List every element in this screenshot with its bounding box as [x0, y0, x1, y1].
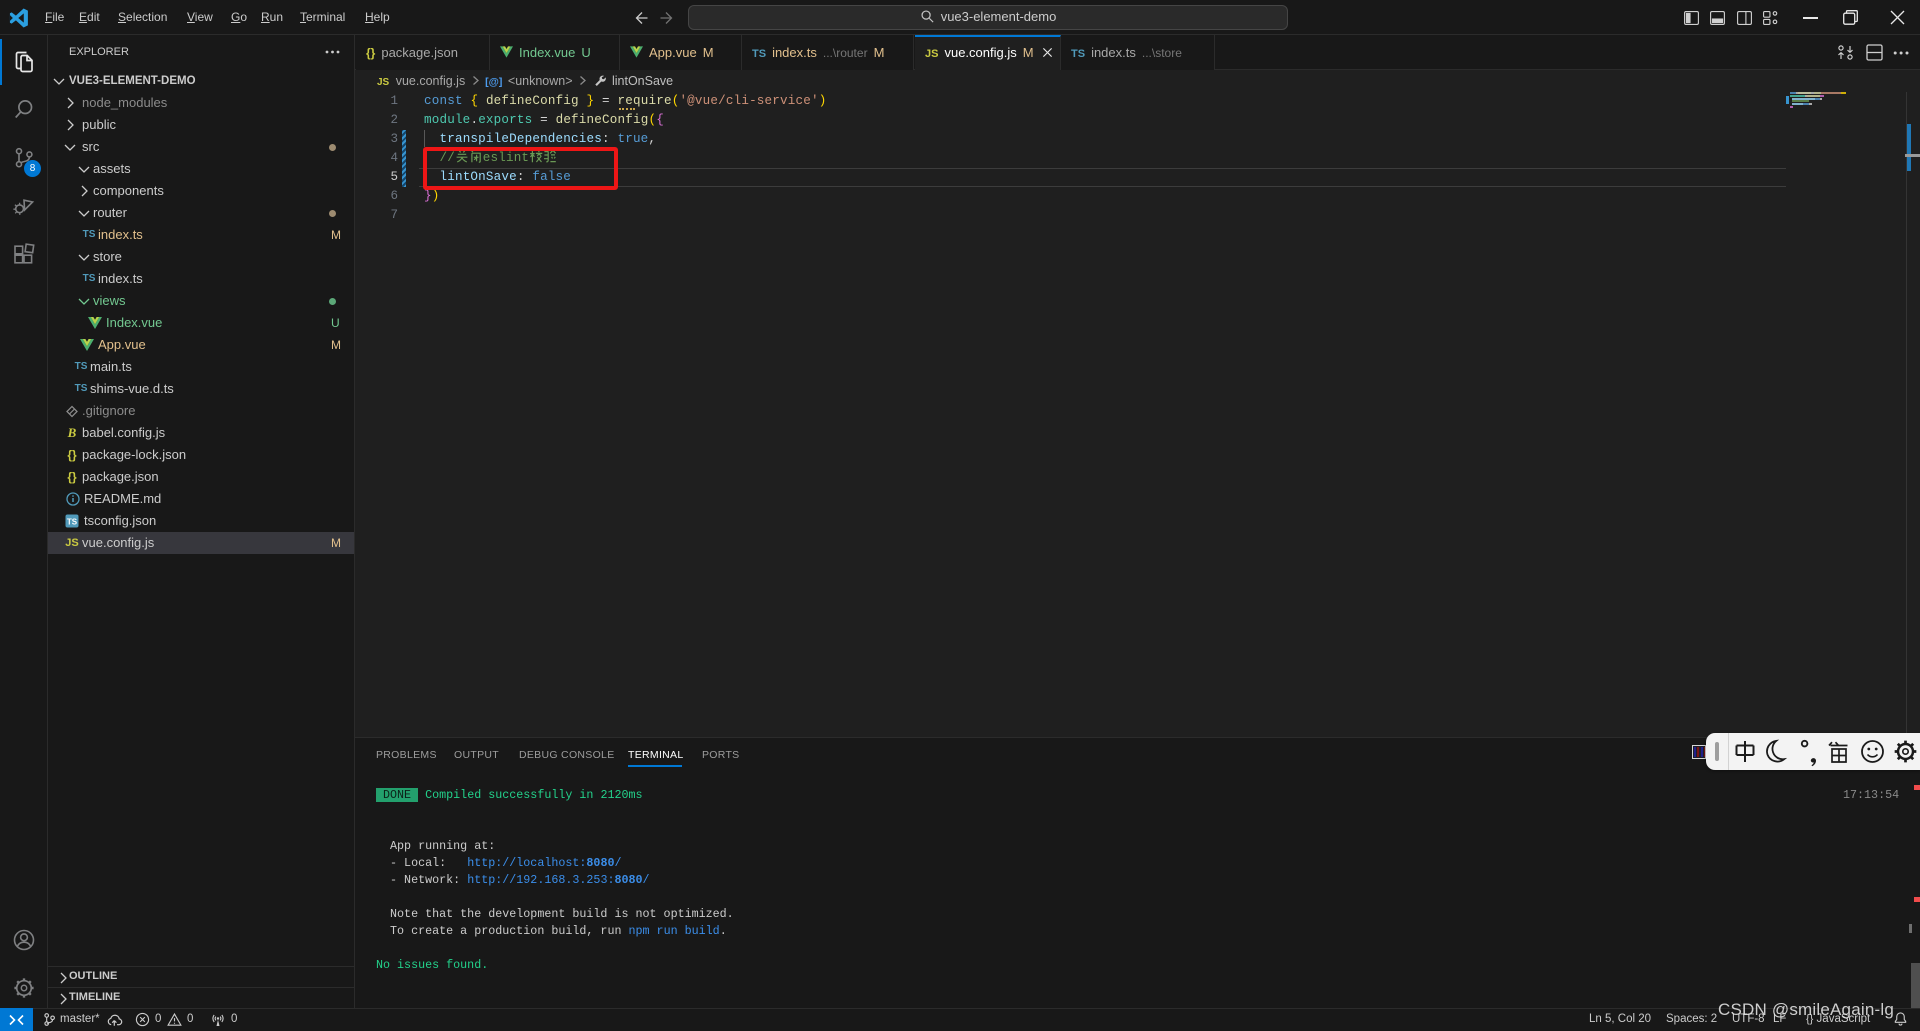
svg-text:TS: TS [67, 518, 78, 527]
